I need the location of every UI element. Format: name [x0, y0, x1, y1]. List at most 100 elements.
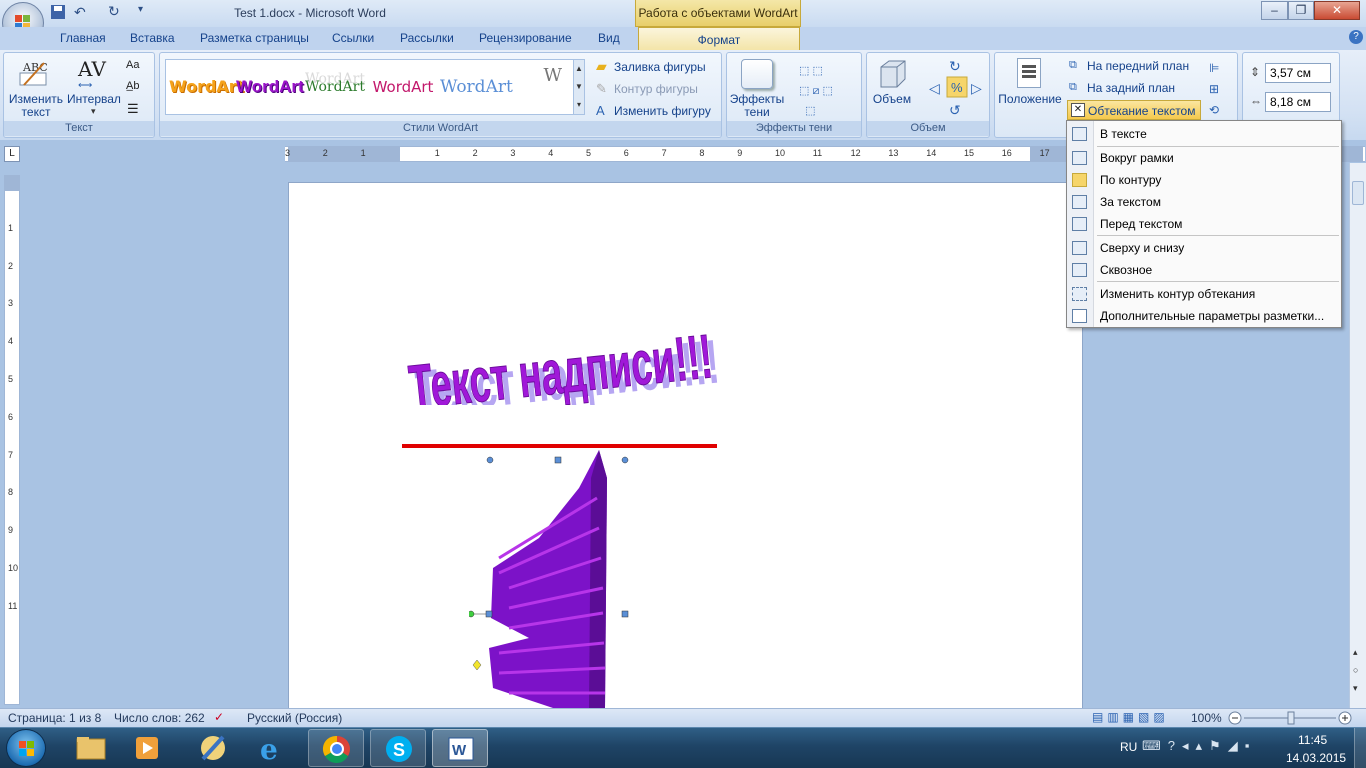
- undo-icon[interactable]: ↶: [74, 4, 86, 21]
- tab-references[interactable]: Ссылки: [332, 31, 374, 45]
- help-icon[interactable]: ?: [1349, 30, 1363, 44]
- tab-page-layout[interactable]: Разметка страницы: [200, 31, 309, 45]
- tab-format[interactable]: Формат: [638, 27, 800, 51]
- vertical-text-icon[interactable]: A̲b: [126, 80, 139, 92]
- spacing-icon: AV: [78, 57, 106, 81]
- tab-selector-icon[interactable]: L: [4, 146, 20, 162]
- gallery-scroll[interactable]: ▲ ▼ ▾: [573, 59, 585, 115]
- view-buttons[interactable]: ▤▥▦▧▨: [1092, 710, 1169, 724]
- chrome-icon[interactable]: [308, 729, 364, 767]
- word-count[interactable]: Число слов: 262: [114, 711, 205, 725]
- media-player-icon[interactable]: [120, 729, 176, 767]
- wordart-style-1[interactable]: WordArt: [169, 65, 244, 109]
- clock-time[interactable]: 11:45: [1298, 733, 1327, 747]
- spacing-arrow-icon: ⟷: [78, 80, 93, 91]
- nudge-shadow-icons[interactable]: ⬚ ⬚ ⬚ ⧄ ⬚ ⬚: [799, 61, 833, 121]
- input-language[interactable]: RU: [1120, 740, 1137, 754]
- contextual-tab-title: Работа с объектами WordArt: [635, 0, 801, 27]
- wordart-style-3[interactable]: WordArt: [304, 65, 366, 109]
- position-icon: [1017, 58, 1041, 88]
- spacing-button[interactable]: Интервал: [66, 93, 122, 106]
- wordart-style-2[interactable]: WordArt: [236, 65, 304, 109]
- maximize-button[interactable]: ❐: [1288, 1, 1314, 20]
- vertical-ruler[interactable]: 1 2 3 4 5 6 7 8 9 10 11: [4, 175, 20, 705]
- tab-view[interactable]: Вид: [598, 31, 620, 45]
- tab-review[interactable]: Рецензирование: [479, 31, 572, 45]
- explorer-icon[interactable]: [62, 729, 118, 767]
- menu-label-through: Сквозное: [1100, 263, 1153, 277]
- wrap-text-label: Обтекание текстом: [1088, 104, 1196, 118]
- page-count[interactable]: Страница: 1 из 8: [8, 711, 101, 725]
- menu-item-tight[interactable]: По контуру: [1067, 169, 1341, 191]
- menu-item-edit-wrap-points[interactable]: Изменить контур обтекания: [1067, 283, 1341, 305]
- tab-insert[interactable]: Вставка: [130, 31, 175, 45]
- shape-outline-button[interactable]: Контур фигуры: [614, 82, 698, 96]
- shadow-effects-button[interactable]: Эффекты тени: [729, 93, 785, 119]
- wordart-3d-object[interactable]: [469, 448, 639, 713]
- width-input[interactable]: 8,18 см: [1265, 92, 1331, 112]
- change-shape-button[interactable]: Изменить фигуру: [614, 104, 711, 118]
- ruler-tick-label: 8: [699, 148, 705, 158]
- edit-text-button[interactable]: Изменить текст: [8, 93, 64, 119]
- spacing-dropdown-icon[interactable]: ▾: [91, 106, 96, 117]
- more-layout-icon: [1072, 309, 1087, 323]
- height-input[interactable]: 3,57 см: [1265, 63, 1331, 83]
- zoom-level[interactable]: 100%: [1191, 711, 1222, 725]
- show-desktop-button[interactable]: [1354, 728, 1366, 768]
- bring-to-front-button[interactable]: На передний план: [1087, 59, 1189, 73]
- send-back-icon: ⧉: [1069, 81, 1077, 93]
- close-button[interactable]: ✕: [1314, 1, 1360, 20]
- align-group-rotate-icons[interactable]: ⊫ ⊞ ⟲: [1209, 58, 1219, 121]
- menu-item-square[interactable]: Вокруг рамки: [1067, 147, 1341, 169]
- zoom-slider[interactable]: [1228, 711, 1352, 725]
- svg-text:▷: ▷: [971, 80, 982, 96]
- clock-date[interactable]: 14.03.2015: [1286, 751, 1346, 765]
- language-status[interactable]: Русский (Россия): [247, 711, 342, 725]
- send-to-back-button[interactable]: На задний план: [1087, 81, 1175, 95]
- menu-item-top-bottom[interactable]: Сверху и снизу: [1067, 237, 1341, 259]
- paint-icon[interactable]: [185, 729, 241, 767]
- ruler-tick-label: 5: [586, 148, 592, 158]
- qat-customize-icon[interactable]: ▾: [138, 4, 143, 15]
- menu-item-front[interactable]: Перед текстом: [1067, 213, 1341, 235]
- position-button[interactable]: Положение: [995, 93, 1065, 106]
- scrollbar-thumb[interactable]: [1352, 181, 1364, 205]
- wrap-inline-icon: [1072, 127, 1087, 141]
- save-icon[interactable]: [50, 4, 66, 20]
- wrap-text-button[interactable]: ✕ Обтекание текстом: [1067, 100, 1201, 120]
- internet-explorer-icon[interactable]: e: [246, 729, 302, 767]
- ruler-tick-label: 13: [888, 148, 899, 158]
- tab-home[interactable]: Главная: [60, 31, 106, 45]
- redo-icon[interactable]: ↻: [108, 3, 120, 20]
- tray-icons[interactable]: ⌨?◂▴⚑◢▪: [1142, 738, 1256, 754]
- start-button[interactable]: [6, 729, 46, 767]
- minimize-button[interactable]: –: [1261, 1, 1288, 20]
- menu-item-behind[interactable]: За текстом: [1067, 191, 1341, 213]
- menu-item-more-layout[interactable]: Дополнительные параметры разметки...: [1067, 305, 1341, 327]
- menu-label-front: Перед текстом: [1100, 217, 1183, 231]
- group-text-label: Текст: [4, 121, 154, 136]
- align-icon[interactable]: ☰: [127, 101, 139, 117]
- tilt-controls[interactable]: ↻ ◁% ▷ ↺: [927, 57, 987, 119]
- document-page[interactable]: Текст надписи!!! Текст надписи!!!: [288, 182, 1083, 712]
- ruler-tick-label: 1: [434, 148, 440, 158]
- wordart-style-5[interactable]: WordArt: [440, 65, 513, 109]
- vertical-ruler-tick: 10: [8, 563, 19, 573]
- vertical-scrollbar[interactable]: ▴ ○ ▾: [1349, 163, 1366, 708]
- skype-icon[interactable]: S: [370, 729, 426, 767]
- menu-label-inline: В тексте: [1100, 127, 1147, 141]
- ruler-labels: 3 2 1 1 2 3 4 5 6 7 8 9 10 11 12 13 14 15 16 17: [285, 148, 1065, 160]
- menu-item-through[interactable]: Сквозное: [1067, 259, 1341, 281]
- word-taskbar-icon[interactable]: W: [432, 729, 488, 767]
- menu-separator: [1097, 235, 1339, 236]
- wordart-heading[interactable]: Текст надписи!!! Текст надписи!!!: [399, 305, 729, 405]
- 3d-effects-button[interactable]: Объем: [867, 93, 917, 106]
- shape-fill-button[interactable]: Заливка фигуры: [614, 60, 706, 74]
- even-height-icon[interactable]: Aa: [126, 59, 139, 71]
- wordart-style-4[interactable]: WordArt: [372, 65, 434, 109]
- wordart-style-6[interactable]: W: [510, 65, 572, 109]
- tab-mailings[interactable]: Рассылки: [400, 31, 454, 45]
- menu-item-inline[interactable]: В тексте: [1067, 123, 1341, 145]
- browse-object-icons[interactable]: ▴ ○ ▾: [1353, 643, 1358, 697]
- proofing-icon[interactable]: ✓: [214, 710, 224, 724]
